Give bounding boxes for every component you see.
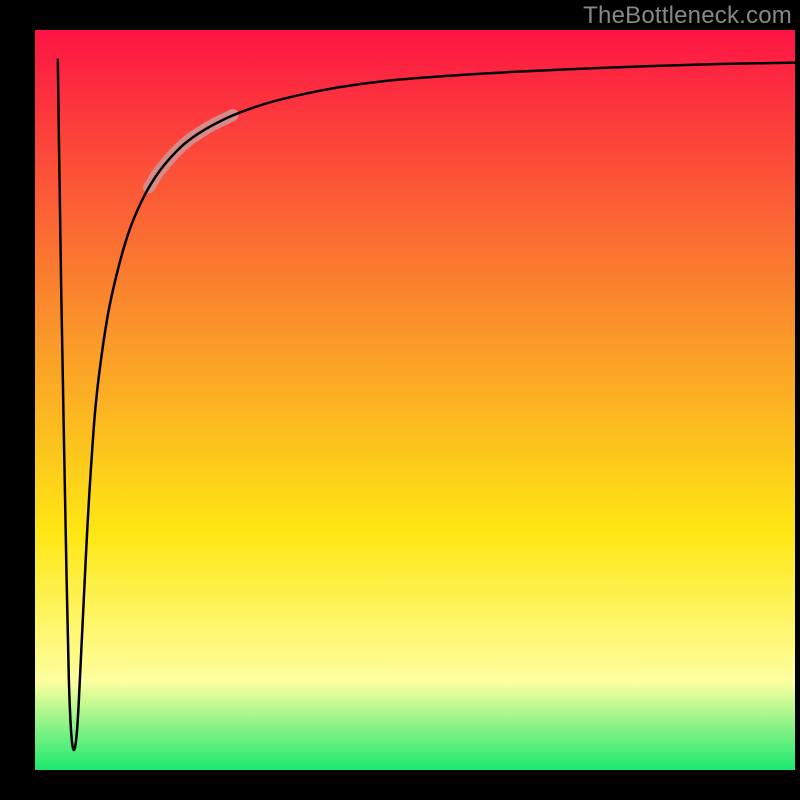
- chart-outer-frame: TheBottleneck.com: [0, 0, 800, 800]
- watermark-text: TheBottleneck.com: [583, 2, 792, 30]
- bottleneck-chart: [0, 0, 800, 800]
- plot-background-gradient: [35, 30, 795, 770]
